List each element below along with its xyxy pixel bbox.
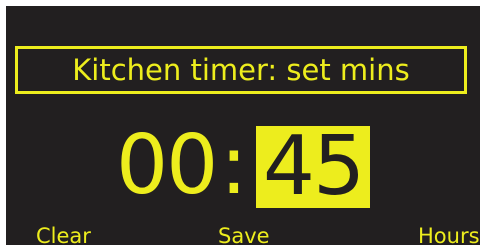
- hours-softkey[interactable]: Hours: [418, 224, 480, 245]
- minutes-field-selected[interactable]: 45: [256, 126, 370, 208]
- screen-title: Kitchen timer: set mins: [15, 46, 467, 94]
- timer-screen: Kitchen timer: set mins 00 : 45 Clear Sa…: [6, 6, 480, 245]
- hours-field[interactable]: 00: [116, 124, 218, 208]
- clear-softkey[interactable]: Clear: [36, 224, 91, 245]
- time-separator: :: [220, 118, 248, 213]
- time-display: 00 : 45: [6, 124, 480, 208]
- save-softkey[interactable]: Save: [218, 224, 270, 245]
